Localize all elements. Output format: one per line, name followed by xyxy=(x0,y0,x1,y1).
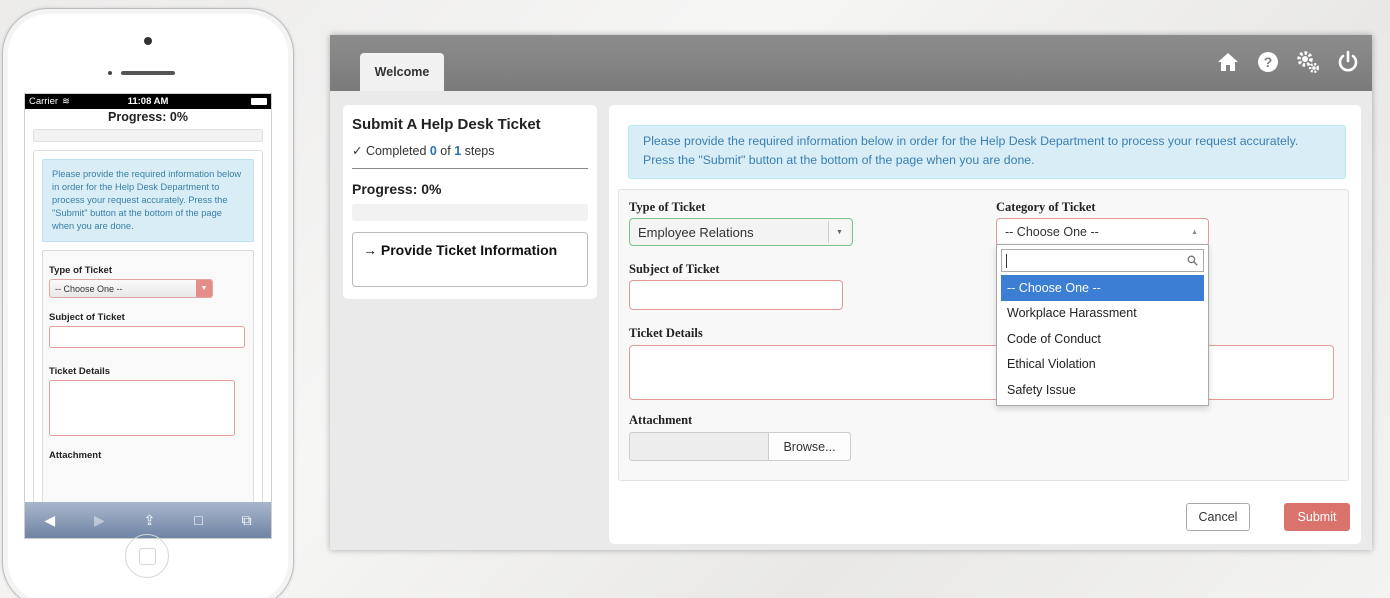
mobile-type-value: -- Choose One -- xyxy=(55,283,123,294)
tab-welcome[interactable]: Welcome xyxy=(360,53,444,91)
progress-sidebar: Submit A Help Desk Ticket ✓ Completed 0 … xyxy=(343,105,597,299)
mobile-safari-toolbar: ◀ ▶ ⇪ □ ⧉ xyxy=(25,502,271,538)
browse-button[interactable]: Browse... xyxy=(768,433,850,460)
power-icon[interactable] xyxy=(1336,50,1360,74)
dropdown-option[interactable]: Code of Conduct xyxy=(1001,326,1204,352)
mobile-details-textarea[interactable] xyxy=(49,380,235,436)
progress-label: Progress: 0% xyxy=(352,181,442,197)
ticket-form-card: Please provide the required information … xyxy=(609,105,1361,544)
phone-status-bar: Carrier ≋ 11:08 AM xyxy=(25,94,271,109)
mobile-type-select[interactable]: -- Choose One -- ▼ xyxy=(49,279,213,298)
dropdown-option[interactable]: Ethical Violation xyxy=(1001,352,1204,378)
settings-icon[interactable] xyxy=(1296,50,1320,74)
dropdown-option[interactable]: Workplace Harassment xyxy=(1001,301,1204,327)
type-of-ticket-label: Type of Ticket xyxy=(629,200,706,214)
mobile-details-label: Ticket Details xyxy=(49,366,111,377)
phone-mockup: Carrier ≋ 11:08 AM Progress: 0% Please p… xyxy=(2,8,294,598)
text-cursor xyxy=(1006,253,1007,268)
progress-bar xyxy=(352,204,588,221)
ticket-details-label: Ticket Details xyxy=(629,326,703,340)
search-icon xyxy=(1187,255,1198,266)
svg-text:?: ? xyxy=(1264,54,1273,70)
chevron-down-icon: ▼ xyxy=(196,280,212,297)
category-of-ticket-value: -- Choose One -- xyxy=(1005,225,1099,239)
back-icon[interactable]: ◀ xyxy=(44,512,55,529)
desktop-app-window: Welcome ? Submit A Help Desk Ticket ✓ Co… xyxy=(330,35,1372,550)
bookmarks-icon[interactable]: □ xyxy=(194,512,202,528)
submit-button[interactable]: Submit xyxy=(1284,503,1350,531)
step-provide-ticket-information[interactable]: → Provide Ticket Information xyxy=(352,232,588,287)
mobile-attachment-label: Attachment xyxy=(49,450,102,461)
mobile-form-panel: Please provide the required information … xyxy=(33,150,263,538)
subject-of-ticket-label: Subject of Ticket xyxy=(629,262,720,276)
mobile-type-label: Type of Ticket xyxy=(49,265,112,276)
dropdown-option[interactable]: -- Choose One -- xyxy=(1001,275,1204,301)
mobile-progress-title: Progress: 0% xyxy=(108,110,188,124)
phone-speaker xyxy=(121,71,175,75)
top-bar: Welcome ? xyxy=(330,35,1372,91)
attachment-label: Attachment xyxy=(629,413,693,427)
status-time: 11:08 AM xyxy=(127,96,169,107)
mobile-fieldset: Type of Ticket -- Choose One -- ▼ Subjec… xyxy=(42,250,254,510)
dropdown-option[interactable]: Safety Issue xyxy=(1001,377,1204,403)
home-icon[interactable] xyxy=(1216,50,1240,74)
mobile-subject-label: Subject of Ticket xyxy=(49,312,125,323)
mobile-progress-bar xyxy=(33,129,263,142)
share-icon[interactable]: ⇪ xyxy=(144,512,156,529)
subject-of-ticket-input[interactable] xyxy=(629,280,843,310)
type-of-ticket-select[interactable]: Employee Relations ▼ xyxy=(629,218,853,246)
steps-done-count: 0 xyxy=(429,144,437,158)
chevron-up-icon: ▲ xyxy=(1191,228,1198,236)
category-of-ticket-select[interactable]: -- Choose One -- ▲ xyxy=(996,218,1209,246)
top-icons: ? xyxy=(1216,50,1360,74)
cancel-button[interactable]: Cancel xyxy=(1186,503,1250,531)
phone-camera xyxy=(144,37,152,45)
attachment-file-input[interactable]: Browse... xyxy=(629,432,851,461)
phone-home-button xyxy=(125,534,169,578)
forward-icon[interactable]: ▶ xyxy=(94,512,105,529)
mobile-subject-input[interactable] xyxy=(49,326,245,348)
category-dropdown: -- Choose One -- Workplace Harassment Co… xyxy=(996,244,1209,406)
tabs-icon[interactable]: ⧉ xyxy=(242,512,252,529)
ticket-details-textarea[interactable] xyxy=(629,345,1334,400)
steps-completed: ✓ Completed 0 of 1 steps xyxy=(352,143,588,169)
attachment-filename xyxy=(630,433,768,460)
chevron-down-icon: ▼ xyxy=(828,221,850,243)
phone-sensor xyxy=(108,71,112,75)
help-icon[interactable]: ? xyxy=(1256,50,1280,74)
sidebar-title: Submit A Help Desk Ticket xyxy=(352,116,541,133)
type-of-ticket-value: Employee Relations xyxy=(638,224,754,240)
mobile-info-alert: Please provide the required information … xyxy=(42,159,254,242)
info-alert: Please provide the required information … xyxy=(628,125,1346,179)
dropdown-search-input[interactable] xyxy=(1001,249,1204,272)
category-of-ticket-label: Category of Ticket xyxy=(996,200,1096,214)
phone-screen: Carrier ≋ 11:08 AM Progress: 0% Please p… xyxy=(24,93,272,539)
